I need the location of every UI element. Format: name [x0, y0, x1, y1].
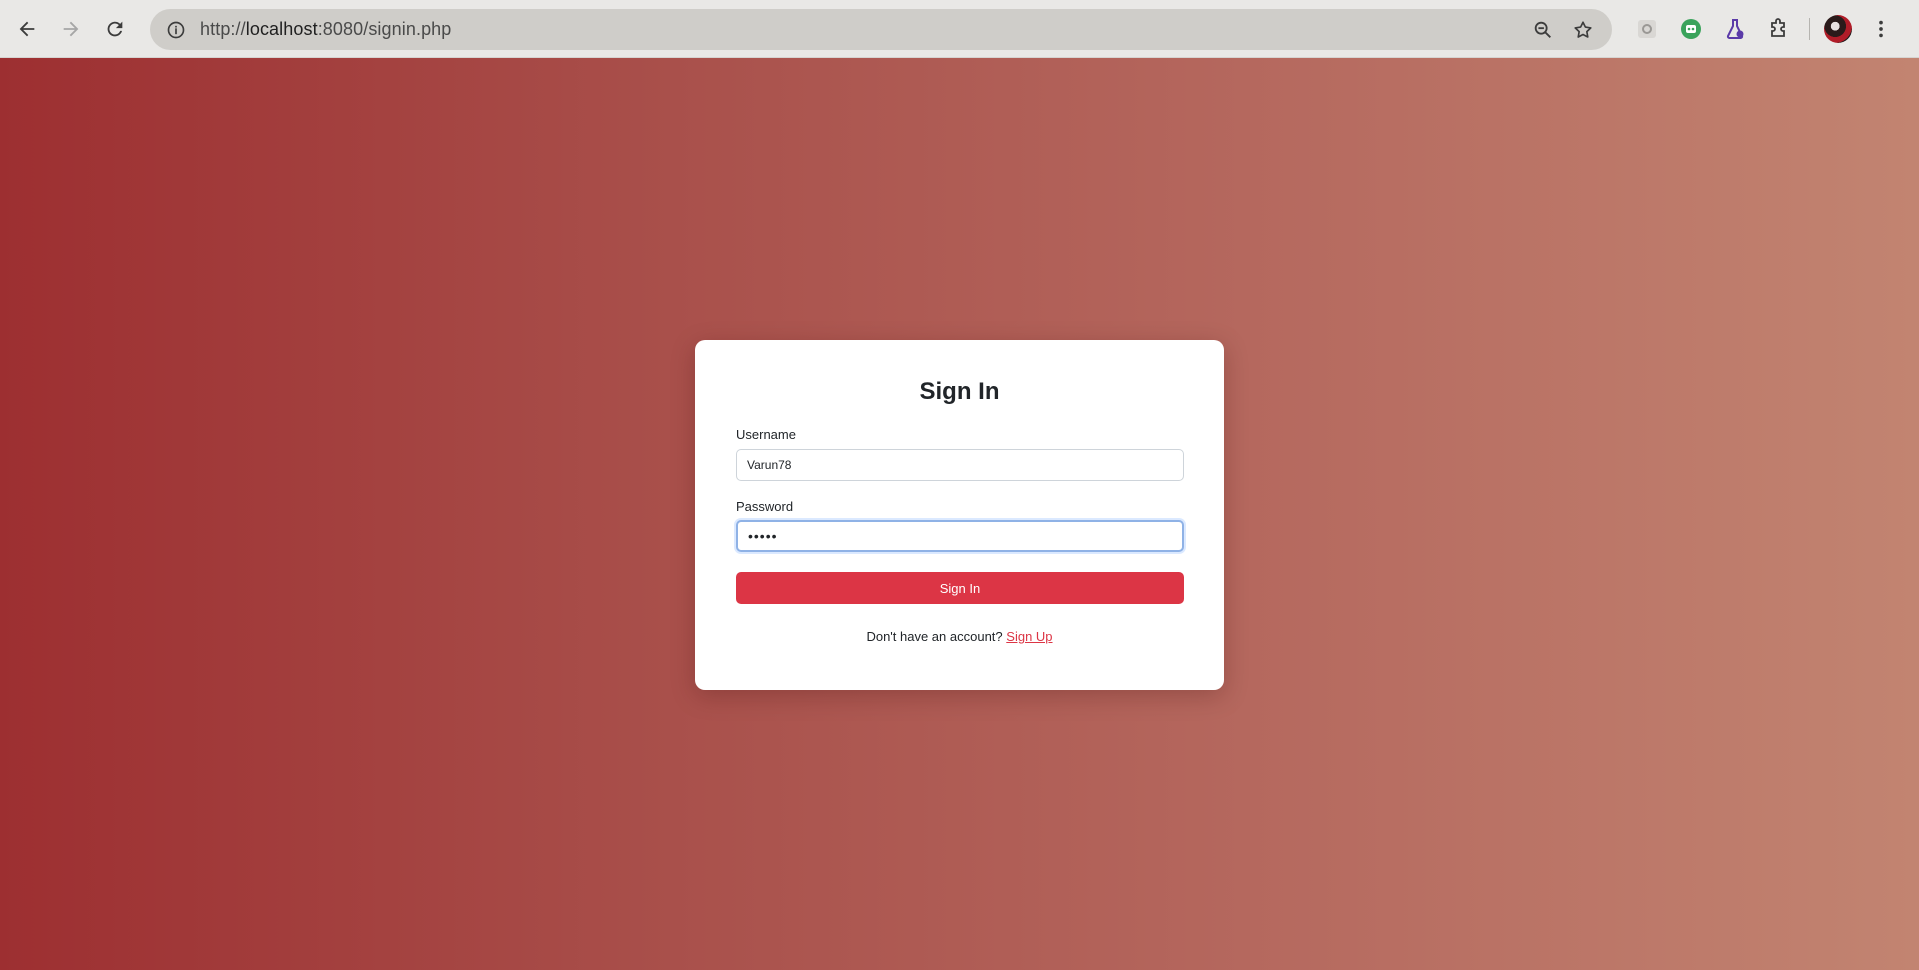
bookmark-star-icon[interactable]: [1570, 17, 1596, 43]
browser-menu-icon[interactable]: [1866, 12, 1896, 46]
signup-prompt-text: Don't have an account?: [866, 629, 1003, 644]
url-scheme: http://: [200, 19, 246, 39]
signin-card: Sign In Username Varun78 Password ••••• …: [695, 340, 1224, 690]
extension-flask-icon[interactable]: [1713, 12, 1757, 46]
page-background: Sign In Username Varun78 Password ••••• …: [0, 58, 1919, 970]
signin-button[interactable]: Sign In: [736, 572, 1184, 604]
profile-avatar[interactable]: [1824, 15, 1852, 43]
reload-button[interactable]: [98, 12, 132, 46]
url-path: :8080/signin.php: [317, 19, 452, 39]
username-label: Username: [736, 427, 796, 442]
zoom-icon[interactable]: [1530, 17, 1556, 43]
browser-toolbar: http://localhost:8080/signin.php: [0, 0, 1919, 58]
extensions-puzzle-icon[interactable]: [1757, 12, 1801, 46]
forward-button[interactable]: [54, 12, 88, 46]
password-label: Password: [736, 499, 794, 514]
extension-robot-icon[interactable]: [1669, 12, 1713, 46]
site-info-icon[interactable]: [164, 18, 188, 42]
page-title: Sign In: [919, 378, 1000, 405]
back-button[interactable]: [10, 12, 44, 46]
arrow-left-icon: [19, 21, 35, 36]
url-text[interactable]: http://localhost:8080/signin.php: [200, 19, 451, 40]
toolbar-separator: [1809, 18, 1810, 40]
extension-gear-icon[interactable]: [1625, 12, 1669, 46]
signup-prompt: Don't have an account? Sign Up: [695, 629, 1224, 644]
password-input[interactable]: •••••: [736, 520, 1184, 552]
username-input[interactable]: Varun78: [736, 449, 1184, 481]
url-host: localhost: [245, 19, 318, 39]
address-bar[interactable]: http://localhost:8080/signin.php: [150, 9, 1612, 50]
reload-icon: [107, 21, 123, 36]
signup-link[interactable]: Sign Up: [1006, 629, 1052, 644]
arrow-right-icon: [63, 21, 79, 36]
